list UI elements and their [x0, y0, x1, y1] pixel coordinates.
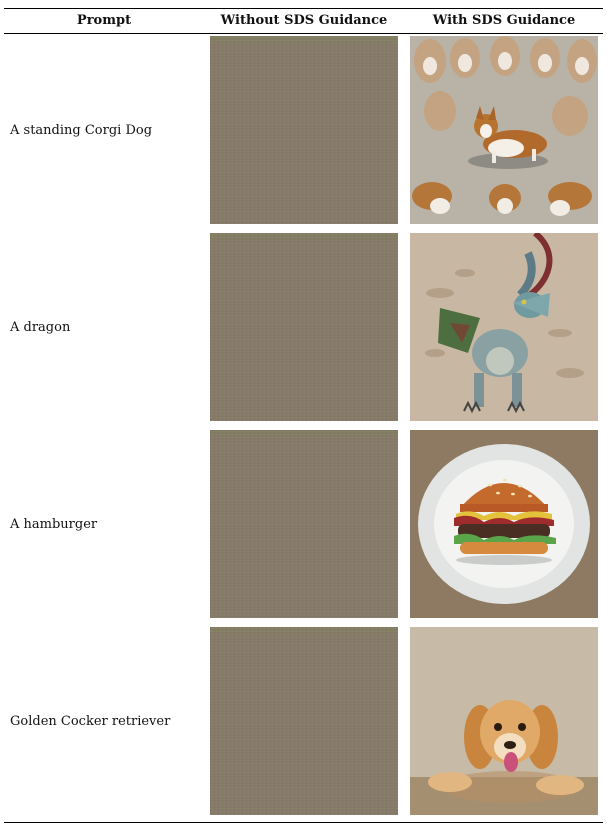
header-without-sds: Without SDS Guidance [220, 13, 388, 28]
without-sds-image [210, 627, 398, 815]
without-sds-image [210, 36, 398, 224]
header-prompt: Prompt [76, 13, 132, 28]
corgi-image [410, 36, 598, 224]
without-sds-image [210, 233, 398, 421]
top-rule [4, 8, 603, 9]
prompt-text: A hamburger [10, 516, 98, 532]
hamburger-image [410, 430, 598, 618]
table-row: A hamburger [0, 430, 607, 618]
table-row: Golden Cocker retriever [0, 627, 607, 815]
prompt-text: Golden Cocker retriever [10, 713, 171, 729]
prompt-text: A standing Corgi Dog [10, 122, 153, 138]
header-with-sds: With SDS Guidance [432, 13, 576, 28]
header-rule [4, 33, 603, 34]
dragon-image [410, 233, 598, 421]
table-row: A dragon [0, 233, 607, 421]
table-row: A standing Corgi Dog [0, 36, 607, 224]
cocker-image [410, 627, 598, 815]
without-sds-image [210, 430, 398, 618]
prompt-text: A dragon [10, 319, 71, 335]
bottom-rule [4, 822, 603, 823]
